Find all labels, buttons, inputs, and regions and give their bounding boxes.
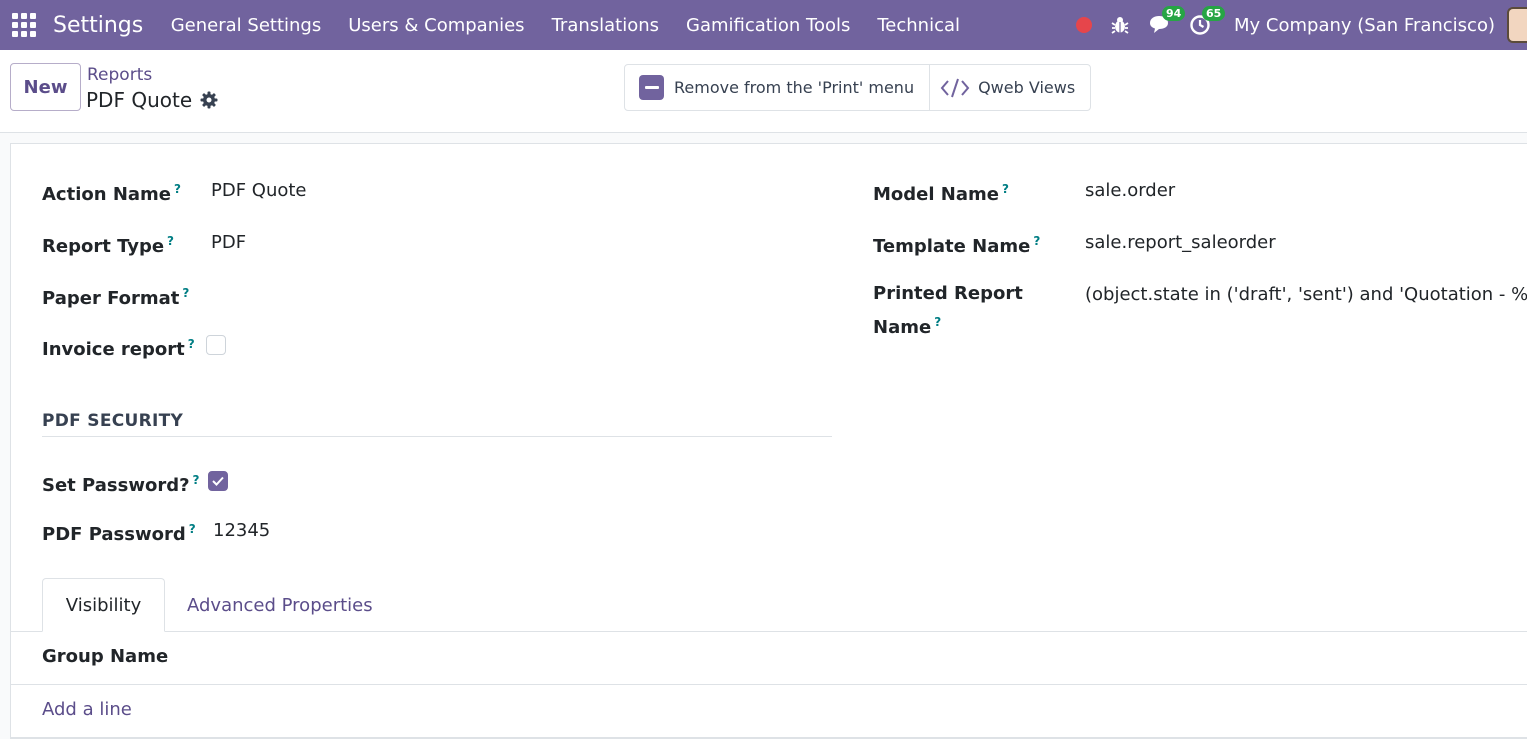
remove-from-print-menu-button[interactable]: Remove from the 'Print' menu bbox=[625, 65, 929, 110]
pdf-security-heading: PDF SECURITY bbox=[42, 411, 184, 431]
help-tooltip-icon[interactable]: ? bbox=[193, 473, 200, 487]
set-password-checkbox[interactable] bbox=[208, 471, 228, 491]
company-switcher[interactable]: My Company (San Francisco) bbox=[1234, 15, 1495, 36]
tab-visibility[interactable]: Visibility bbox=[42, 578, 165, 632]
menu-technical[interactable]: Technical bbox=[864, 15, 974, 36]
action-name-label: Action Name? bbox=[42, 182, 181, 205]
section-divider bbox=[42, 436, 832, 437]
help-tooltip-icon[interactable]: ? bbox=[934, 315, 941, 329]
help-tooltip-icon[interactable]: ? bbox=[189, 522, 196, 536]
activities-clock-icon[interactable]: 65 bbox=[1188, 6, 1226, 37]
action-name-field[interactable]: PDF Quote bbox=[211, 180, 307, 201]
form-sheet: Action Name? PDF Quote Report Type? PDF … bbox=[10, 143, 1527, 739]
remove-from-print-menu-label: Remove from the 'Print' menu bbox=[674, 78, 915, 97]
template-name-label: Template Name? bbox=[873, 234, 1041, 257]
paper-format-label: Paper Format? bbox=[42, 286, 190, 309]
table-divider bbox=[11, 684, 1527, 685]
add-a-line-link[interactable]: Add a line bbox=[42, 699, 132, 720]
apps-grid-icon[interactable] bbox=[11, 12, 37, 38]
help-tooltip-icon[interactable]: ? bbox=[174, 182, 181, 196]
help-tooltip-icon[interactable]: ? bbox=[188, 337, 195, 351]
paper-format-field[interactable] bbox=[211, 284, 511, 308]
control-panel: New Reports PDF Quote Remove from the 'P… bbox=[0, 50, 1527, 133]
minus-square-icon bbox=[639, 75, 664, 100]
report-type-field[interactable]: PDF bbox=[211, 232, 246, 253]
notebook-tabs: Visibility Advanced Properties bbox=[11, 578, 1527, 632]
menu-translations[interactable]: Translations bbox=[538, 15, 672, 36]
group-name-column-header[interactable]: Group Name bbox=[42, 646, 168, 667]
code-icon bbox=[940, 76, 970, 100]
template-name-field[interactable]: sale.report_saleorder bbox=[1085, 232, 1276, 253]
table-divider bbox=[11, 737, 1527, 738]
report-type-label: Report Type? bbox=[42, 234, 175, 257]
help-tooltip-icon[interactable]: ? bbox=[1033, 234, 1040, 248]
activities-count-badge: 65 bbox=[1202, 6, 1226, 21]
qweb-views-label: Qweb Views bbox=[978, 78, 1076, 97]
messages-icon[interactable]: 94 bbox=[1148, 6, 1186, 37]
pdf-password-field[interactable]: 12345 bbox=[213, 520, 270, 541]
printed-report-name-field[interactable]: (object.state in ('draft', 'sent') and '… bbox=[1085, 284, 1527, 305]
top-navbar: Settings General Settings Users & Compan… bbox=[0, 0, 1527, 50]
help-tooltip-icon[interactable]: ? bbox=[182, 286, 189, 300]
app-title[interactable]: Settings bbox=[53, 13, 143, 38]
menu-gamification-tools[interactable]: Gamification Tools bbox=[673, 15, 864, 36]
messages-count-badge: 94 bbox=[1162, 6, 1186, 21]
menu-general-settings[interactable]: General Settings bbox=[157, 15, 335, 36]
new-button[interactable]: New bbox=[10, 63, 81, 111]
qweb-views-button[interactable]: Qweb Views bbox=[929, 65, 1090, 110]
invoice-report-checkbox[interactable] bbox=[206, 335, 226, 355]
record-title: PDF Quote bbox=[86, 88, 218, 112]
action-buttons: Remove from the 'Print' menu Qweb Views bbox=[624, 64, 1092, 111]
debug-bug-icon[interactable] bbox=[1108, 13, 1132, 37]
checkmark-icon bbox=[212, 476, 224, 486]
gear-icon[interactable] bbox=[200, 91, 218, 109]
tab-advanced-properties[interactable]: Advanced Properties bbox=[187, 578, 373, 632]
printed-report-name-label: Printed Report Name? bbox=[873, 283, 1023, 338]
record-title-text: PDF Quote bbox=[86, 88, 193, 112]
breadcrumb-reports[interactable]: Reports bbox=[87, 65, 152, 85]
user-avatar[interactable] bbox=[1507, 7, 1527, 43]
pdf-password-label: PDF Password? bbox=[42, 522, 196, 545]
record-status-icon[interactable] bbox=[1076, 17, 1093, 33]
menu-users-companies[interactable]: Users & Companies bbox=[335, 15, 538, 36]
invoice-report-label: Invoice report? bbox=[42, 337, 195, 360]
set-password-label: Set Password?? bbox=[42, 473, 200, 496]
systray: 94 65 My Company (San Francisco) bbox=[1076, 0, 1527, 50]
help-tooltip-icon[interactable]: ? bbox=[1002, 182, 1009, 196]
model-name-field[interactable]: sale.order bbox=[1085, 180, 1175, 201]
help-tooltip-icon[interactable]: ? bbox=[167, 234, 174, 248]
model-name-label: Model Name? bbox=[873, 182, 1009, 205]
